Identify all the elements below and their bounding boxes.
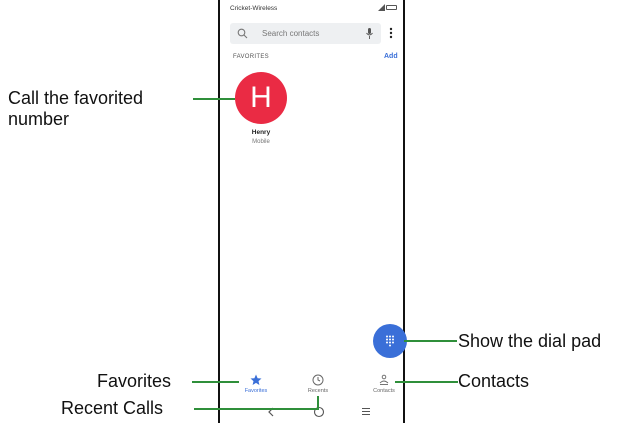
callout-line-call-favorite — [193, 98, 235, 100]
callout-line-favorites — [192, 381, 239, 383]
clock-icon — [312, 374, 324, 386]
more-options-icon[interactable] — [388, 26, 394, 40]
favorites-section-header: FAVORITES — [233, 54, 269, 60]
callout-dial-pad: Show the dial pad — [458, 331, 602, 351]
callout-line-recent-calls — [194, 408, 319, 410]
nav-label-recents: Recents — [307, 388, 329, 394]
favorite-contact-avatar[interactable]: H — [235, 72, 287, 124]
people-icon — [379, 374, 389, 385]
callout-recent-calls: Recent Calls — [61, 398, 164, 418]
callout-contacts: Contacts — [458, 371, 530, 391]
carrier-name: Cricket-Wireless — [230, 5, 278, 12]
search-input[interactable]: Search contacts — [262, 29, 319, 38]
callout-favorites: Favorites — [97, 371, 172, 391]
menu-icon[interactable] — [361, 407, 371, 416]
callout-call-favorite-line1: Call the favorited — [8, 88, 144, 108]
search-bar[interactable]: Search contacts — [230, 23, 381, 44]
mic-icon[interactable] — [365, 28, 374, 39]
nav-label-contacts: Contacts — [373, 388, 395, 394]
favorite-contact-type: Mobile — [252, 139, 270, 145]
search-icon — [237, 28, 248, 39]
system-navigation-bar — [220, 400, 403, 423]
dial-pad-button[interactable] — [373, 324, 407, 358]
bottom-navigation: Favorites Recents Contacts — [220, 366, 403, 398]
callout-call-favorite: Call the favorited number — [8, 88, 143, 130]
phone-screen: Cricket-Wireless Search contacts FAVORIT… — [218, 0, 407, 423]
callout-line-contacts — [395, 381, 458, 383]
callout-line-recent-calls-vertical — [317, 396, 319, 409]
dialpad-icon — [386, 335, 394, 347]
status-bar: Cricket-Wireless — [220, 0, 403, 16]
callout-line-dial-pad — [404, 340, 457, 342]
battery-icon — [386, 5, 397, 10]
star-icon — [250, 374, 262, 385]
callout-call-favorite-line2: number — [8, 109, 70, 129]
signal-icon — [378, 4, 385, 11]
nav-label-favorites: Favorites — [244, 388, 268, 394]
favorite-contact-name: Henry — [251, 129, 271, 136]
add-favorite-button[interactable]: Add — [384, 53, 398, 60]
nav-item-recents[interactable]: Recents — [288, 366, 348, 398]
